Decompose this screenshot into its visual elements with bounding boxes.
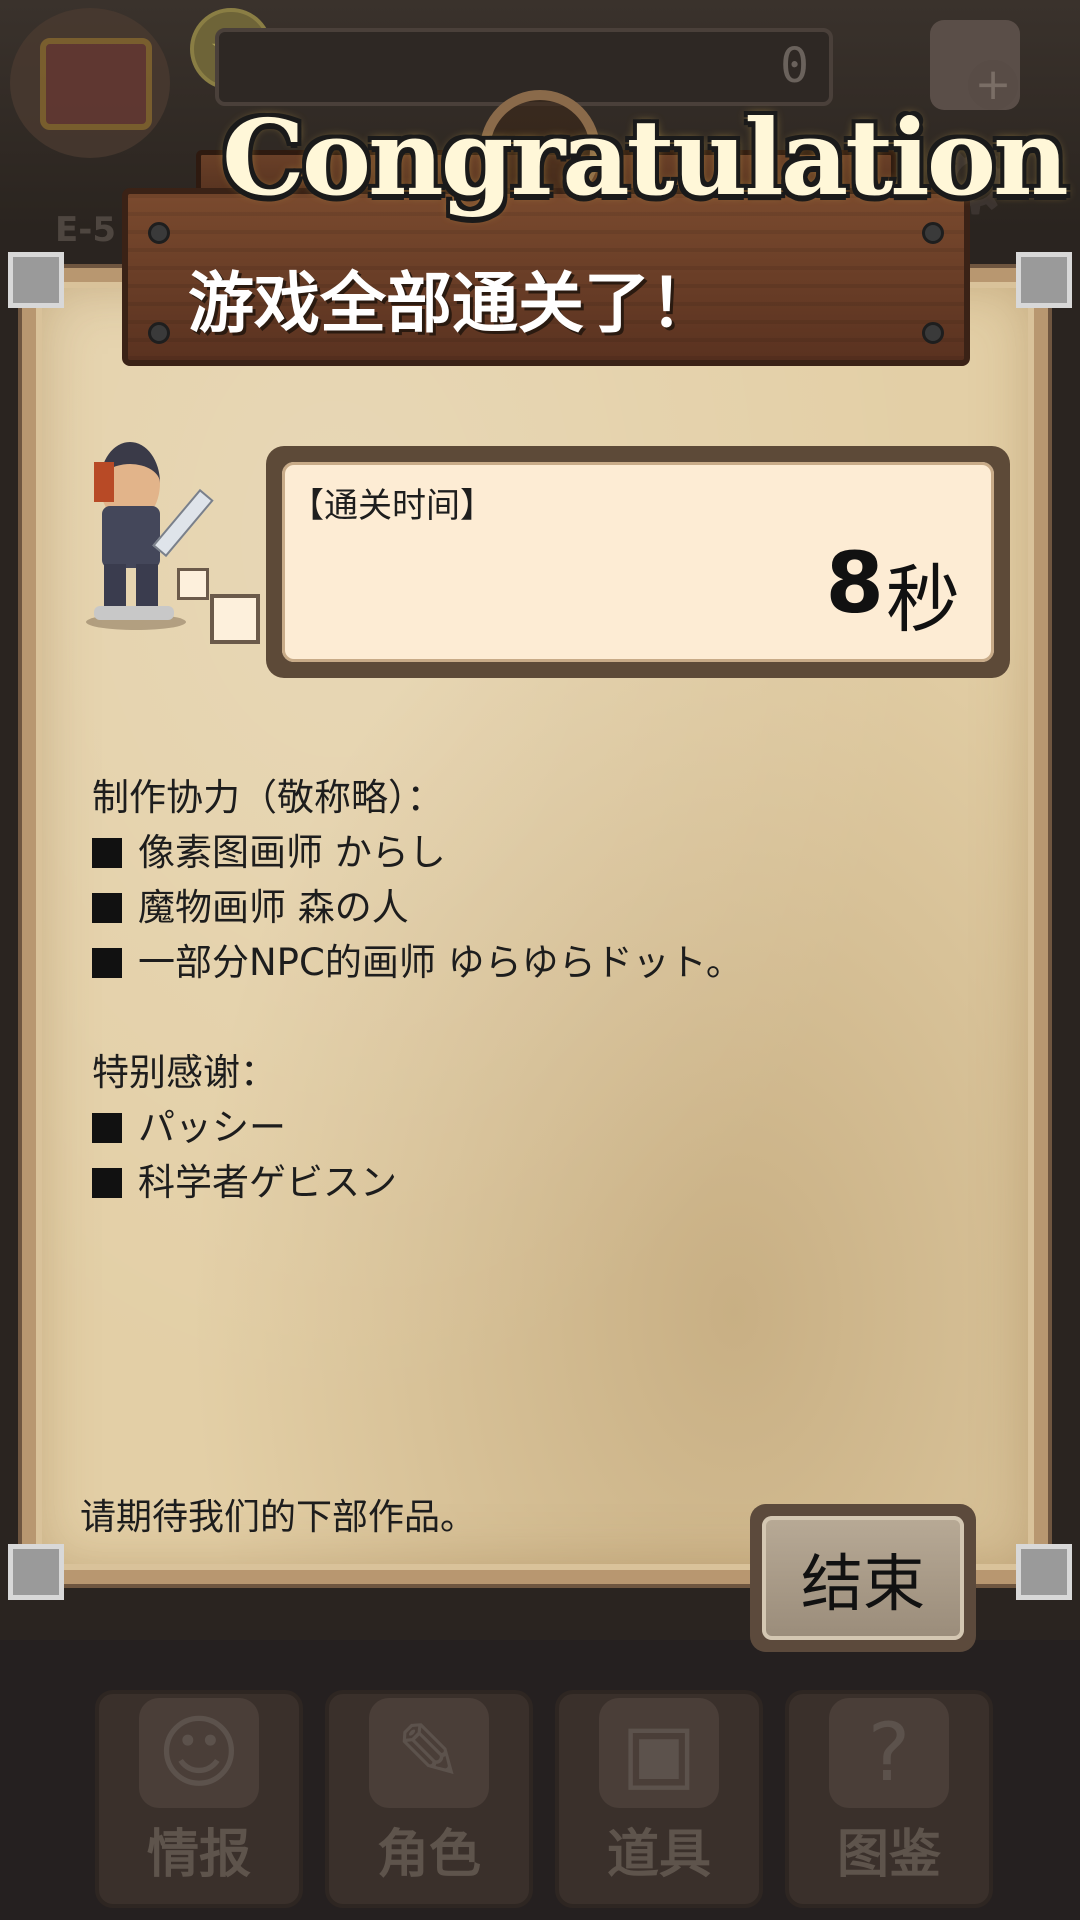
- credits-heading: 制作协力（敬称略）：: [92, 776, 444, 819]
- clear-time-unit: 秒: [886, 557, 960, 643]
- clear-time-value: 8: [825, 534, 884, 632]
- dialog-title: 游戏全部通关了！: [188, 265, 716, 342]
- credit-item-text: 像素图画师 からし: [138, 831, 446, 874]
- clear-time-box: 【通关时间】 8 秒: [266, 446, 1010, 678]
- tab-info: ☺ 情报: [95, 1690, 303, 1908]
- currency-counter: 0: [780, 38, 809, 94]
- character-icon: ✎: [369, 1698, 489, 1808]
- bullet-icon: [92, 893, 122, 923]
- credit-item: 魔物画师 森の人: [92, 880, 743, 935]
- thanks-heading: 特别感谢：: [92, 1051, 277, 1094]
- end-button[interactable]: 结束: [750, 1504, 976, 1652]
- level-label: E-5: [55, 210, 116, 250]
- info-icon: ☺: [139, 1698, 259, 1808]
- tab-character: ✎ 角色: [325, 1690, 533, 1908]
- book-icon: ?: [829, 1698, 949, 1808]
- thanks-item: 科学者ゲビスン: [92, 1155, 743, 1210]
- panel-corner: [8, 1544, 64, 1600]
- tab-character-label: 角色: [376, 1825, 481, 1885]
- tab-encyclopedia: ? 图鉴: [785, 1690, 993, 1908]
- footer-message: 请期待我们的下部作品。: [80, 1497, 477, 1538]
- speech-bubble-large: [210, 594, 260, 644]
- end-button-label: 结束: [762, 1516, 964, 1640]
- bullet-icon: [92, 1168, 122, 1198]
- bullet-icon: [92, 948, 122, 978]
- panel-corner: [1016, 1544, 1072, 1600]
- credit-item-text: 魔物画师 森の人: [138, 886, 409, 929]
- speech-bubble-small: [177, 568, 209, 600]
- bolt: [148, 322, 170, 344]
- bolt: [922, 322, 944, 344]
- tab-items: ▣ 道具: [555, 1690, 763, 1908]
- tab-items-label: 道具: [606, 1825, 711, 1885]
- thanks-item: パッシー: [92, 1100, 743, 1155]
- congratulation-banner: Congratulation: [222, 96, 1069, 219]
- bullet-icon: [92, 838, 122, 868]
- chest-icon: ▣: [599, 1698, 719, 1808]
- panel-corner: [1016, 252, 1072, 308]
- bolt: [922, 222, 944, 244]
- credit-item: 像素图画师 からし: [92, 825, 743, 880]
- tab-encyclopedia-label: 图鉴: [836, 1825, 941, 1885]
- treasure-chest-icon: [10, 8, 170, 158]
- bolt: [148, 222, 170, 244]
- thanks-item-text: 科学者ゲビスン: [138, 1161, 397, 1204]
- credits-section: 制作协力（敬称略）： 像素图画师 からし 魔物画师 森の人 一部分NPC的画师 …: [92, 770, 743, 1210]
- credit-item: 一部分NPC的画师 ゆらゆらドット。: [92, 935, 743, 990]
- bullet-icon: [92, 1113, 122, 1143]
- credit-item-text: 一部分NPC的画师 ゆらゆらドット。: [138, 941, 743, 984]
- tab-info-label: 情报: [146, 1825, 251, 1885]
- clear-time-label: 【通关时间】: [290, 486, 494, 526]
- panel-corner: [8, 252, 64, 308]
- thanks-item-text: パッシー: [138, 1106, 286, 1149]
